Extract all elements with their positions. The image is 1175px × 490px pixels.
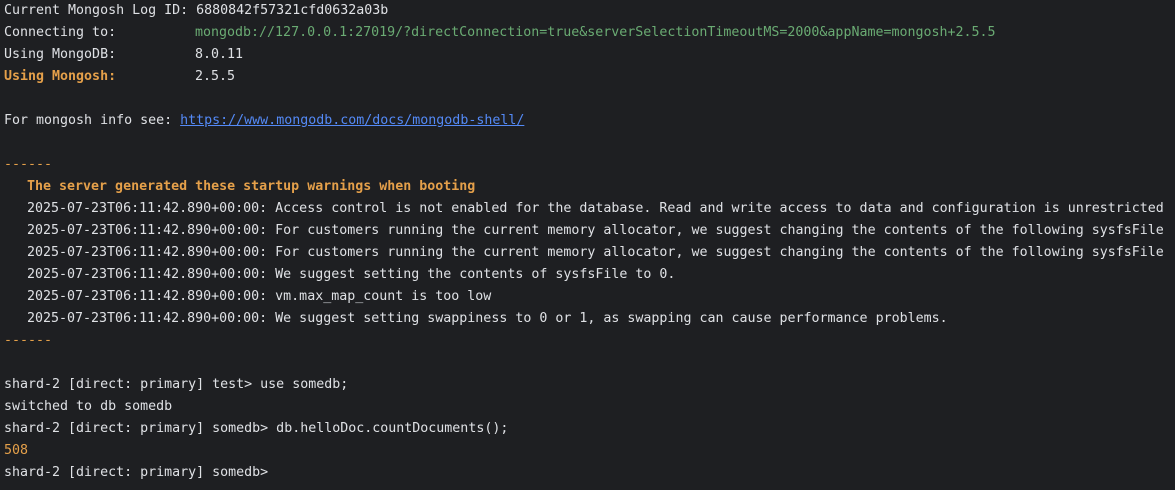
mongodb-version-line: Using MongoDB: 8.0.11 bbox=[4, 44, 1175, 66]
command-line: shard-2 [direct: primary] somedb> db.hel… bbox=[4, 421, 509, 436]
warning-item: 2025-07-23T06:11:42.890+00:00: We sugges… bbox=[27, 267, 676, 282]
docs-link[interactable]: https://www.mongodb.com/docs/mongodb-she… bbox=[180, 113, 524, 128]
info-prefix: For mongosh info see: bbox=[4, 113, 181, 128]
command-output: switched to db somedb bbox=[4, 399, 173, 414]
terminal-window[interactable]: Current Mongosh Log ID: 6880842f57321cfd… bbox=[0, 0, 1175, 490]
input-caret[interactable] bbox=[276, 465, 284, 480]
warning-item: 2025-07-23T06:11:42.890+00:00: For custo… bbox=[27, 223, 1164, 238]
mongosh-version: 2.5.5 bbox=[195, 69, 236, 84]
mongodb-version: 8.0.11 bbox=[195, 47, 244, 62]
warning-item: 2025-07-23T06:11:42.890+00:00: vm.max_ma… bbox=[27, 289, 492, 304]
connection-string: mongodb://127.0.0.1:27019/?directConnect… bbox=[195, 25, 996, 40]
warnings-title: The server generated these startup warni… bbox=[27, 179, 476, 194]
connecting-label: Connecting to: bbox=[4, 25, 117, 40]
warning-item: 2025-07-23T06:11:42.890+00:00: Access co… bbox=[27, 201, 1164, 216]
mongodb-label: Using MongoDB: bbox=[4, 47, 117, 62]
shell-prompt: shard-2 [direct: primary] somedb> bbox=[4, 465, 277, 480]
log-id-line: Current Mongosh Log ID: 6880842f57321cfd… bbox=[4, 3, 389, 18]
warnings-separator-top: ------ bbox=[4, 157, 53, 172]
warning-item: 2025-07-23T06:11:42.890+00:00: For custo… bbox=[27, 245, 1164, 260]
count-result: 508 bbox=[4, 443, 29, 458]
mongosh-version-line: Using Mongosh: 2.5.5 bbox=[4, 66, 1175, 88]
input-prompt-line[interactable]: shard-2 [direct: primary] somedb> bbox=[4, 462, 1175, 484]
connecting-line: Connecting to: mongodb://127.0.0.1:27019/… bbox=[4, 22, 1175, 44]
warnings-separator-bottom: ------ bbox=[4, 333, 53, 348]
warning-item: 2025-07-23T06:11:42.890+00:00: We sugges… bbox=[27, 311, 948, 326]
mongosh-label: Using Mongosh: bbox=[4, 69, 117, 84]
info-line: For mongosh info see: https://www.mongod… bbox=[4, 110, 1175, 132]
command-line: shard-2 [direct: primary] test> use some… bbox=[4, 377, 349, 392]
